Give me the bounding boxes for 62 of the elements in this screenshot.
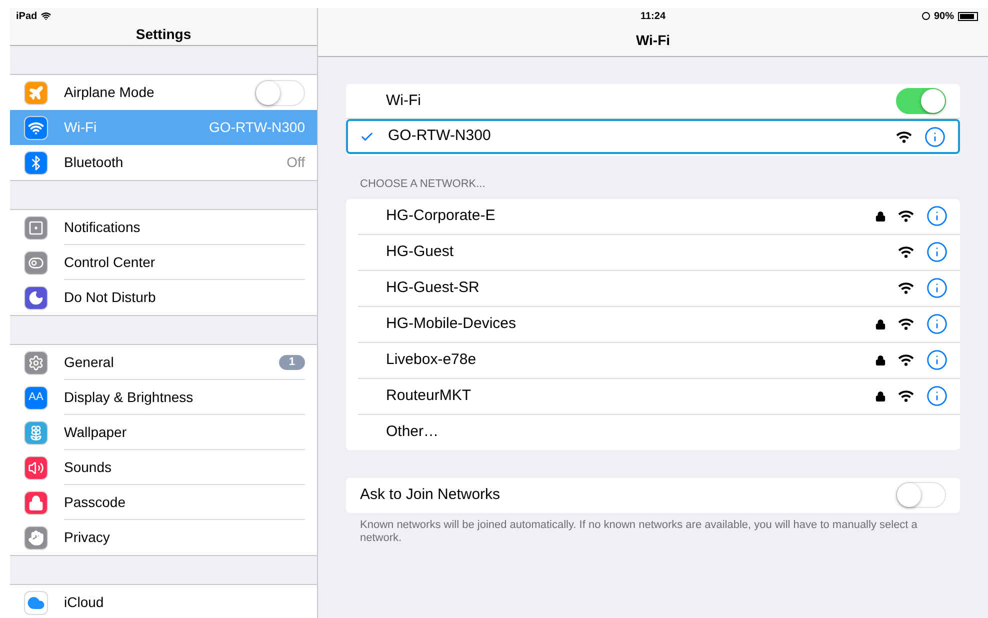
network-row[interactable]: Livebox-e78e: [346, 342, 960, 378]
text-size-icon: AA: [24, 386, 48, 410]
wifi-signal-icon: [898, 282, 914, 294]
network-row[interactable]: RouteurMKT: [346, 378, 960, 414]
wifi-signal-icon: [898, 390, 914, 402]
item-label: Sounds: [64, 458, 112, 476]
network-row[interactable]: Other…: [346, 414, 960, 450]
device-name: iPad: [16, 10, 38, 24]
network-row[interactable]: GO-RTW-N300: [346, 119, 960, 154]
item-value: Off: [286, 153, 305, 172]
section-header: CHOOSE A NETWORK...: [359, 177, 486, 192]
item-label: General: [64, 352, 115, 372]
item-label: Control Center: [64, 252, 156, 272]
item-label: Display & Brightness: [64, 388, 194, 407]
battery-icon: [958, 12, 978, 20]
item-label: Bluetooth: [64, 153, 124, 172]
count-badge: 1: [278, 354, 305, 370]
item-label: Do Not Disturb: [64, 288, 157, 307]
battery-percent: 90%: [934, 10, 954, 24]
network-row[interactable]: HG-Mobile-Devices: [346, 306, 960, 342]
wifi-signal-icon: [898, 354, 914, 366]
network-name: RouteurMKT: [386, 386, 472, 406]
rotation-lock-icon: [922, 12, 930, 20]
network-name: HG-Corporate-E: [386, 206, 496, 226]
item-label: Privacy: [64, 528, 111, 547]
wifi-signal-icon: [898, 318, 914, 330]
network-name: GO-RTW-N300: [388, 126, 492, 146]
item-label: Wallpaper: [64, 422, 128, 442]
info-icon[interactable]: [926, 277, 948, 299]
item-label: Passcode: [64, 492, 126, 512]
info-icon[interactable]: [926, 241, 948, 263]
sidebar-title: Settings: [136, 25, 192, 44]
network-row[interactable]: HG-Guest: [346, 234, 960, 270]
network-row[interactable]: HG-Guest-SR: [346, 270, 960, 306]
item-label: Notifications: [64, 218, 142, 236]
item-label: Airplane Mode: [64, 83, 156, 102]
toggle-switch[interactable]: [896, 88, 946, 114]
wifi-signal-icon: [898, 210, 914, 222]
info-icon[interactable]: [924, 126, 946, 148]
wifi-signal-icon: [898, 246, 914, 258]
info-icon[interactable]: [926, 385, 948, 407]
toggle-switch[interactable]: [896, 482, 946, 508]
info-icon[interactable]: [926, 313, 948, 335]
ask-join-label: Ask to Join Networks: [360, 484, 502, 505]
network-name: Other…: [386, 422, 440, 442]
network-name: HG-Guest-SR: [386, 278, 480, 298]
info-icon[interactable]: [926, 349, 948, 371]
item-label: Wi-Fi: [64, 118, 98, 137]
network-name: HG-Mobile-Devices: [386, 314, 518, 334]
network-name: HG-Guest: [386, 242, 455, 262]
network-row[interactable]: HG-Corporate-E: [346, 198, 960, 234]
page-title: Wi-Fi: [636, 30, 670, 50]
wifi-signal-icon: [896, 130, 912, 142]
item-value: GO-RTW-N300: [209, 118, 305, 137]
info-icon[interactable]: [926, 205, 948, 227]
toggle-switch[interactable]: [255, 80, 305, 106]
item-label: iCloud: [64, 593, 105, 612]
wifi-label: Wi-Fi: [386, 90, 422, 111]
clock-time: 11:24: [640, 10, 666, 24]
wifi-status-icon: [41, 11, 52, 21]
footer-note: Known networks will be joined automatically. If no known networks are available, you will have to manually select a network.: [359, 518, 918, 544]
network-name: Livebox-e78e: [386, 350, 478, 370]
